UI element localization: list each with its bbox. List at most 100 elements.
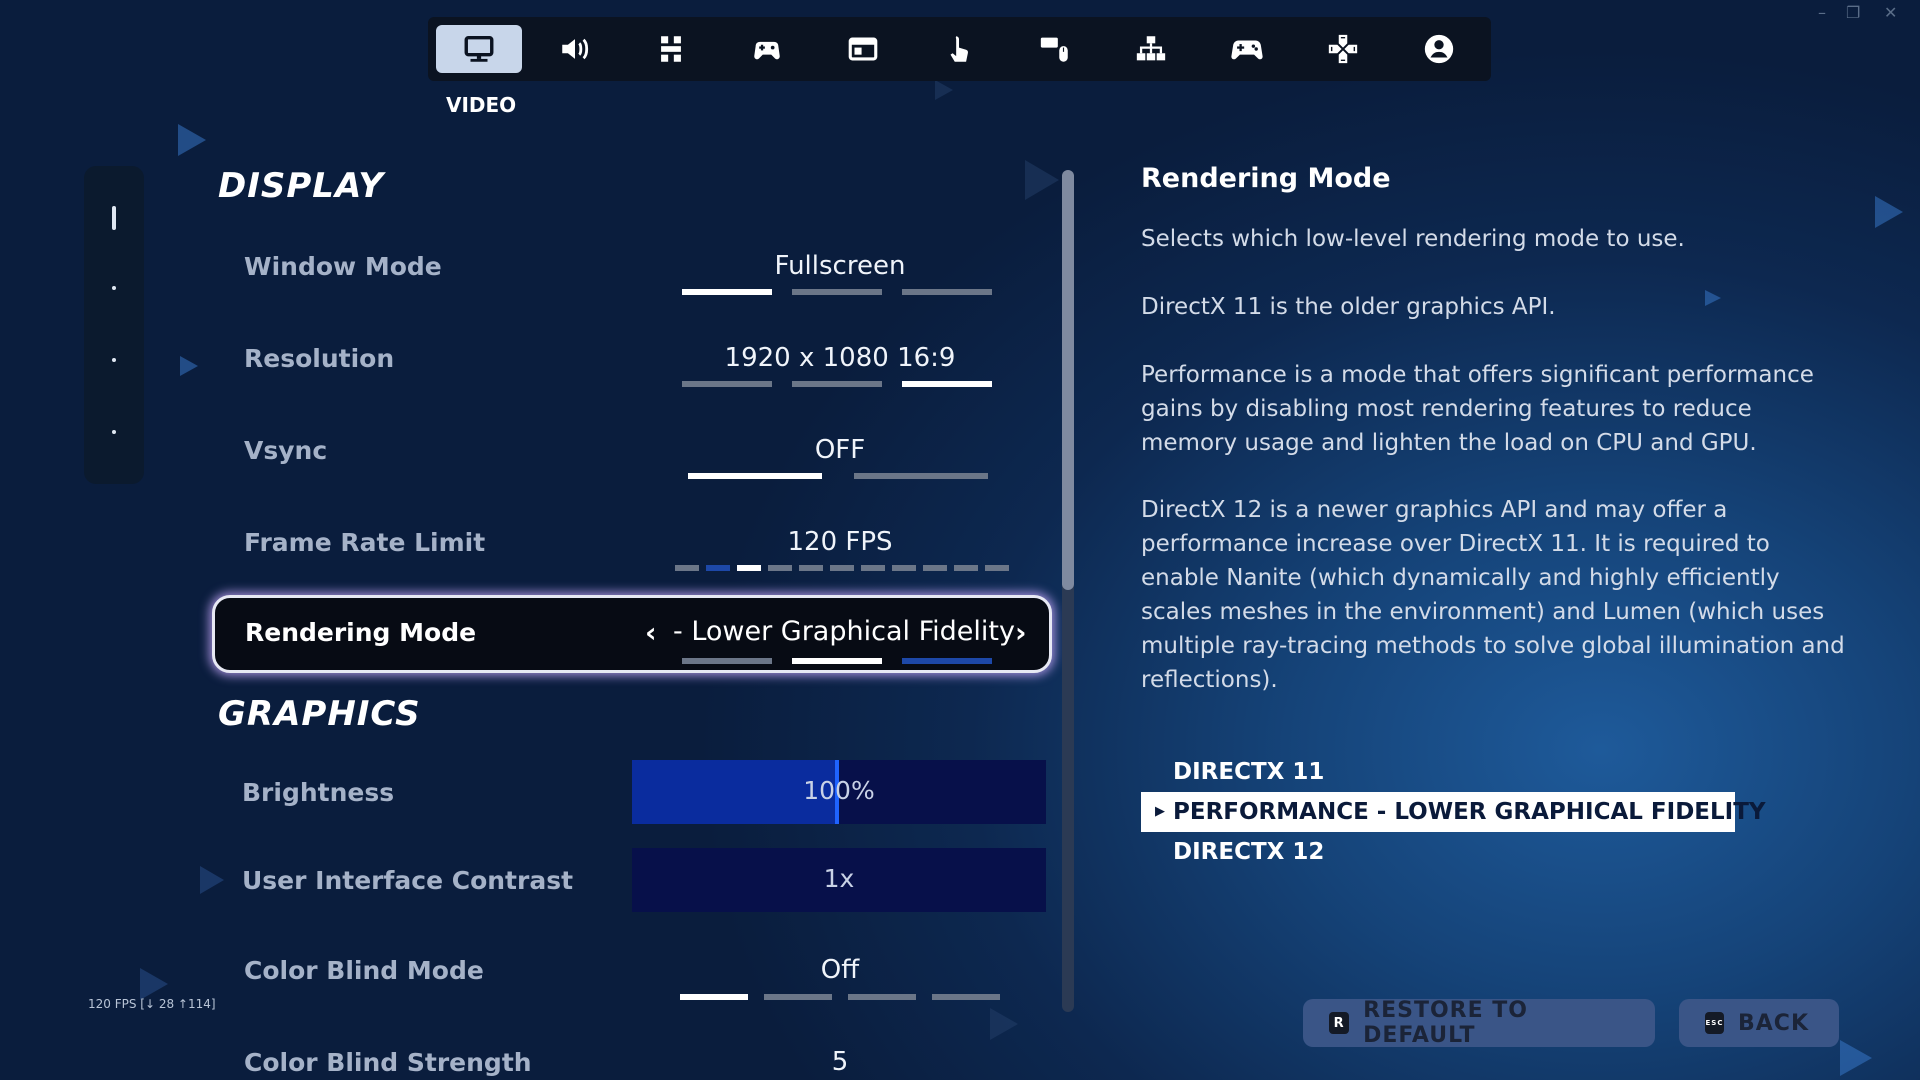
frame-rate-limit-indicator [675,565,1009,571]
bg-triangle [1025,160,1059,200]
option-segment [792,289,882,295]
frame-rate-limit-label: Frame Rate Limit [244,528,486,557]
esc-key-icon: ESC [1705,1012,1724,1034]
accessibility-icon [661,36,681,62]
gamepad-icon [1231,40,1263,60]
frame-rate-limit-value[interactable]: 120 FPS [670,527,1010,557]
option-segment [737,565,761,571]
section-marker[interactable] [112,430,116,434]
window-mode-value[interactable]: Fullscreen [670,251,1010,281]
option-segment [768,565,792,571]
rendering-mode-row[interactable]: Rendering Mode ‹ - Lower Graphical Fidel… [212,595,1052,673]
option-segment [902,381,992,387]
option-segment [680,994,748,1000]
tab-audio[interactable] [532,25,618,73]
option-directx-12[interactable]: DIRECTX 12 [1141,832,1735,872]
option-segment [861,565,885,571]
rendering-mode-indicator [682,658,992,664]
description-paragraph: Performance is a mode that offers signif… [1141,362,1814,456]
keyboard-mouse-icon [1040,37,1068,62]
ui-contrast-label: User Interface Contrast [242,866,574,895]
option-directx-11[interactable]: DIRECTX 11 [1141,752,1735,792]
option-segment [923,565,947,571]
option-segment [932,994,1000,1000]
bg-triangle [990,1008,1018,1040]
restore-icon[interactable]: ❐ [1846,3,1860,22]
description-paragraph: DirectX 11 is the older graphics API. [1141,294,1556,320]
minimize-icon[interactable]: – [1818,3,1826,22]
tab-controller[interactable] [1204,25,1290,73]
option-segment [799,565,823,571]
tab-touch[interactable] [916,25,1002,73]
option-segment [902,658,992,664]
option-segment [675,565,699,571]
bg-triangle [1840,1040,1872,1076]
bg-triangle [180,356,198,376]
back-label: BACK [1738,1010,1809,1036]
speaker-icon [562,38,589,60]
section-marker[interactable] [112,358,116,362]
settings-scrollbar[interactable] [1062,170,1074,1012]
controller-hand-icon [754,41,780,60]
brightness-slider[interactable]: 100% [632,760,1046,824]
active-tab-caption: VIDEO [446,93,517,117]
option-performance[interactable]: PERFORMANCE - LOWER GRAPHICAL FIDELITY [1141,792,1766,832]
option-segment [682,289,772,295]
window-mode-indicator [682,289,992,295]
rendering-mode-value: - Lower Graphical Fidelity [673,616,1015,647]
option-segment [764,994,832,1000]
network-icon [1136,36,1166,61]
color-blind-strength-value[interactable]: 5 [670,1047,1010,1077]
description-title: Rendering Mode [1141,163,1391,194]
option-segment [792,381,882,387]
back-button[interactable]: ESC BACK [1679,999,1839,1047]
chevron-left-icon[interactable]: ‹ [645,616,657,649]
option-segment [854,473,988,479]
bg-triangle [140,968,168,1000]
tab-account[interactable] [1396,25,1482,73]
fps-counter: 120 FPS [↓ 28 ↑114] [88,997,216,1011]
option-segment [792,658,882,664]
option-segment [902,289,992,295]
color-blind-mode-value[interactable]: Off [670,955,1010,985]
color-blind-strength-label: Color Blind Strength [244,1048,532,1077]
option-segment [985,565,1009,571]
option-segment [682,658,772,664]
chevron-right-icon[interactable]: › [1015,616,1027,649]
tab-accessibility[interactable] [628,25,714,73]
tab-hud[interactable] [820,25,906,73]
dpad-icon [1328,34,1358,64]
tab-controller-binds[interactable] [1300,25,1386,73]
resolution-value[interactable]: 1920 x 1080 16:9 [670,343,1010,373]
tab-network[interactable] [1108,25,1194,73]
settings-scrollbar-thumb[interactable] [1062,170,1074,590]
touch-icon [950,36,968,62]
window-mode-label: Window Mode [244,252,442,281]
vsync-label: Vsync [244,436,328,465]
monitor-icon [464,35,494,62]
tab-video[interactable] [436,25,522,73]
section-marker[interactable] [112,286,116,290]
ui-contrast-slider[interactable]: 1x [632,848,1046,912]
vsync-value[interactable]: OFF [670,435,1010,465]
close-icon[interactable]: ✕ [1884,3,1897,22]
section-title-graphics: GRAPHICS [218,694,421,734]
hud-icon [848,37,878,61]
restore-to-default-button[interactable]: R RESTORE TO DEFAULT [1303,998,1655,1048]
bg-triangle [200,866,224,894]
rendering-mode-label: Rendering Mode [245,618,477,647]
vsync-indicator [688,473,988,479]
option-segment [706,565,730,571]
bg-triangle [1875,196,1903,228]
section-marker-active[interactable] [112,206,116,230]
option-segment [682,381,772,387]
restore-to-default-label: RESTORE TO DEFAULT [1363,998,1528,1048]
option-segment [954,565,978,571]
resolution-indicator [682,381,992,387]
option-segment [892,565,916,571]
r-key-icon: R [1329,1012,1350,1034]
tab-game[interactable] [724,25,810,73]
section-scroll-nav[interactable] [84,166,144,484]
bg-triangle [178,124,206,156]
tab-keyboard-mouse[interactable] [1012,25,1098,73]
